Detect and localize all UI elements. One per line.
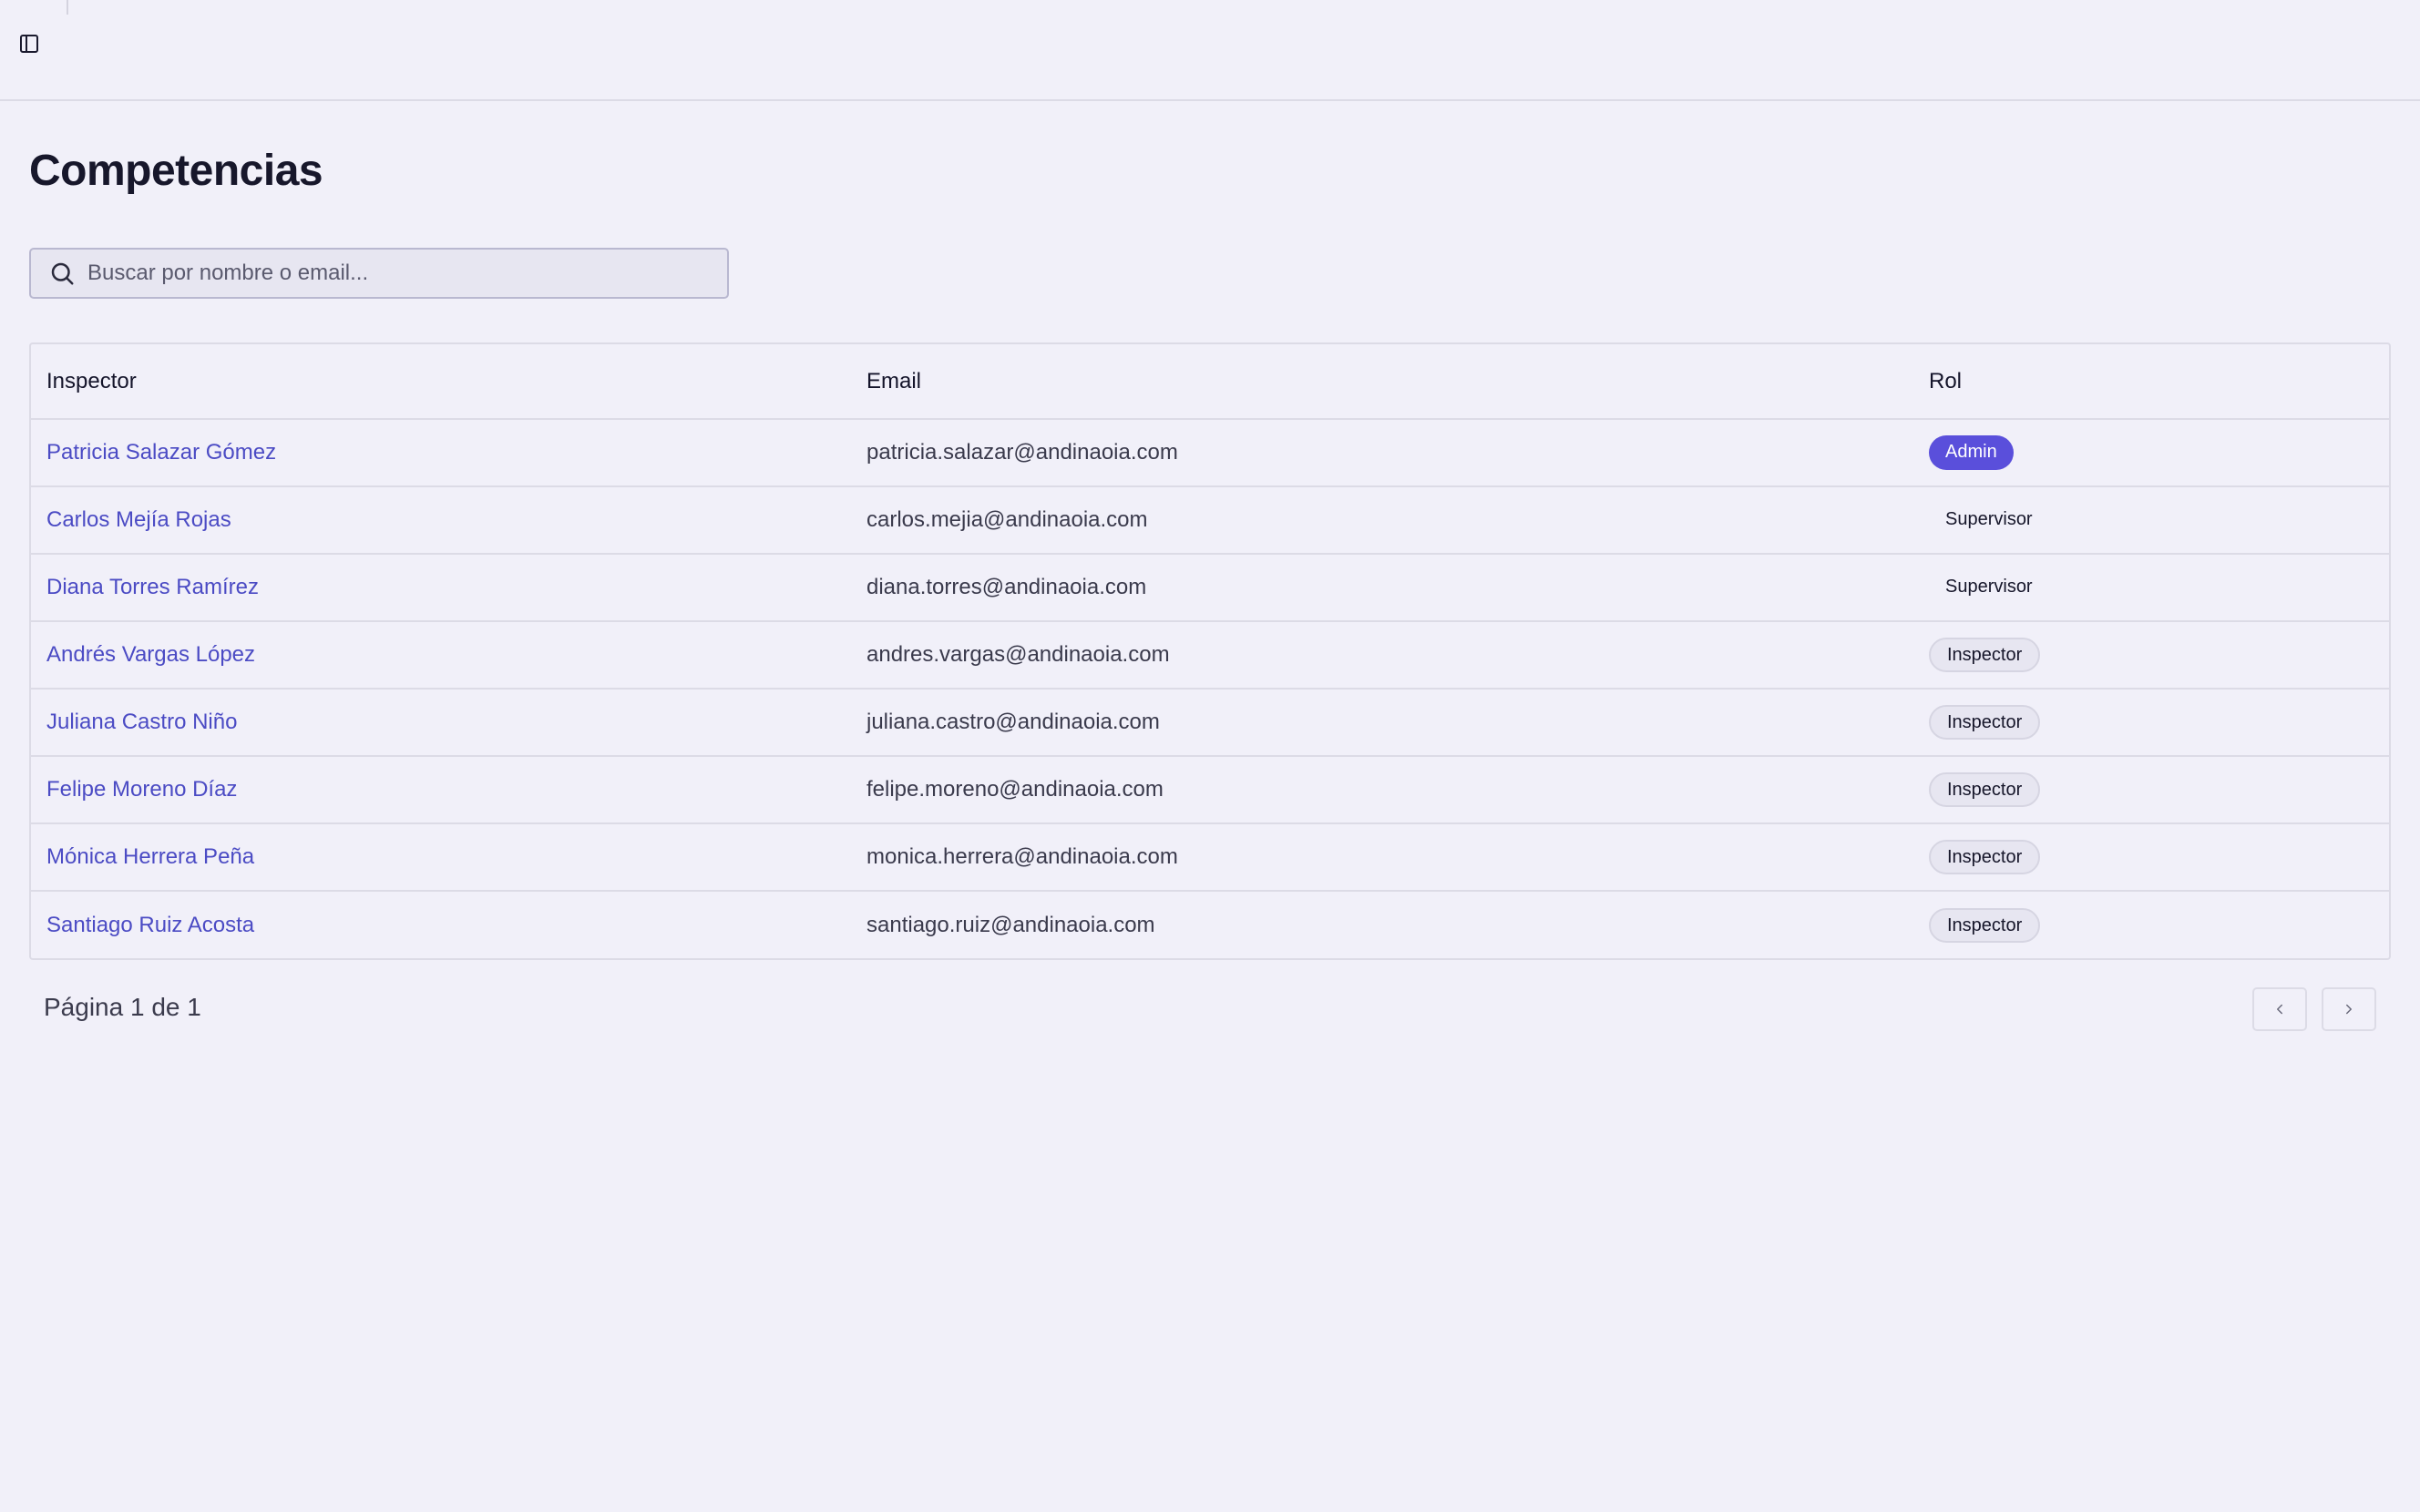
cell-email: santiago.ruiz@andinaoia.com	[866, 912, 1155, 937]
table-row: Santiago Ruiz Acosta santiago.ruiz@andina…	[31, 891, 2389, 958]
table-header-row: Inspector Email Rol	[31, 344, 2389, 420]
cell-rol: Inspector	[1913, 756, 2389, 824]
table-row: Patricia Salazar Gómez patricia.salazar@a…	[31, 419, 2389, 487]
topbar-divider	[67, 0, 68, 15]
chevron-right-icon	[2346, 1004, 2352, 1015]
cell-inspector: Carlos Mejía Rojas	[31, 486, 851, 555]
prev-page-button[interactable]	[2252, 987, 2307, 1031]
role-badge: Inspector	[1929, 840, 2041, 874]
table-row: Juliana Castro Niño juliana.castro@andina…	[31, 689, 2389, 757]
cell-inspector: Patricia Salazar Gómez	[31, 419, 851, 487]
inspector-name-link[interactable]: Santiago Ruiz Acosta	[46, 913, 254, 937]
cell-email: carlos.mejia@andinaoia.com	[851, 486, 1913, 555]
cell-rol: Admin	[1913, 419, 2389, 487]
cell-inspector: Mónica Herrera Peña	[31, 823, 851, 892]
role-badge: Admin	[1929, 435, 2014, 470]
inspector-name-link[interactable]: Patricia Salazar Gómez	[46, 440, 276, 465]
cell-rol: Supervisor	[1913, 554, 2389, 622]
top-bar	[0, 0, 2420, 101]
inspector-name-link[interactable]: Diana Torres Ramírez	[46, 575, 259, 599]
cell-rol: Supervisor	[1913, 486, 2389, 555]
cell-email: monica.herrera@andinaoia.com	[851, 823, 1913, 892]
cell-inspector: Felipe Moreno Díaz	[31, 756, 851, 824]
column-header-rol[interactable]: Rol	[1913, 344, 2389, 420]
role-badge: Inspector	[1929, 907, 2041, 943]
cell-inspector: Juliana Castro Niño	[31, 689, 851, 757]
cell-rol: Inspector	[1913, 823, 2389, 892]
search-input[interactable]	[87, 250, 727, 297]
inspector-name-link[interactable]: Juliana Castro Niño	[46, 710, 237, 734]
cell-email: felipe.moreno@andinaoia.com	[851, 756, 1913, 824]
panel-left-icon[interactable]	[13, 27, 46, 60]
cell-email: juliana.castro@andinaoia.com	[851, 689, 1913, 757]
search-box[interactable]	[29, 248, 729, 299]
table-row: Carlos Mejía Rojas carlos.mejia@andinaoia…	[31, 486, 2389, 555]
table-row: Diana Torres Ramírez diana.torres@andinao…	[31, 554, 2389, 622]
role-badge: Inspector	[1929, 772, 2041, 807]
cell-rol: Inspector	[1913, 621, 2389, 690]
inspectors-table: Inspector Email Rol Patricia Salazar Góm…	[29, 342, 2391, 960]
cell-email: andres.vargas@andinaoia.com	[851, 621, 1913, 690]
pagination-label: Página 1 de 1	[44, 993, 201, 1021]
role-badge: Supervisor	[1945, 577, 2033, 597]
cell-inspector: Diana Torres Ramírez	[31, 554, 851, 622]
column-header-inspector[interactable]: Inspector	[31, 344, 851, 420]
table-row: Andrés Vargas López andres.vargas@andinao…	[31, 621, 2389, 690]
table-row: Felipe Moreno Díaz felipe.moreno@andinaoi…	[31, 756, 2389, 824]
inspector-name-link[interactable]: Andrés Vargas López	[46, 642, 255, 667]
role-badge: Inspector	[1929, 638, 2041, 672]
inspector-name-link[interactable]: Mónica Herrera Peña	[46, 844, 254, 869]
cell-rol: Inspector	[1913, 689, 2389, 757]
role-badge: Supervisor	[1945, 509, 2033, 529]
inspector-name-link[interactable]: Felipe Moreno Díaz	[46, 777, 237, 802]
page-title: Competencias	[29, 147, 323, 195]
column-header-email[interactable]: Email	[851, 344, 1913, 420]
cell-inspector: Santiago Ruiz Acosta	[31, 891, 851, 958]
chevron-left-icon	[2277, 1004, 2282, 1015]
search-icon	[47, 259, 77, 288]
cell-inspector: Andrés Vargas López	[31, 621, 851, 690]
table-row: Mónica Herrera Peña monica.herrera@andina…	[31, 823, 2389, 892]
cell-email: diana.torres@andinaoia.com	[851, 554, 1913, 622]
next-page-button[interactable]	[2322, 987, 2376, 1031]
cell-rol: Inspector	[1913, 891, 2389, 958]
role-badge: Inspector	[1929, 705, 2041, 740]
cell-email: patricia.salazar@andinaoia.com	[851, 419, 1913, 487]
inspector-name-link[interactable]: Carlos Mejía Rojas	[46, 507, 231, 532]
